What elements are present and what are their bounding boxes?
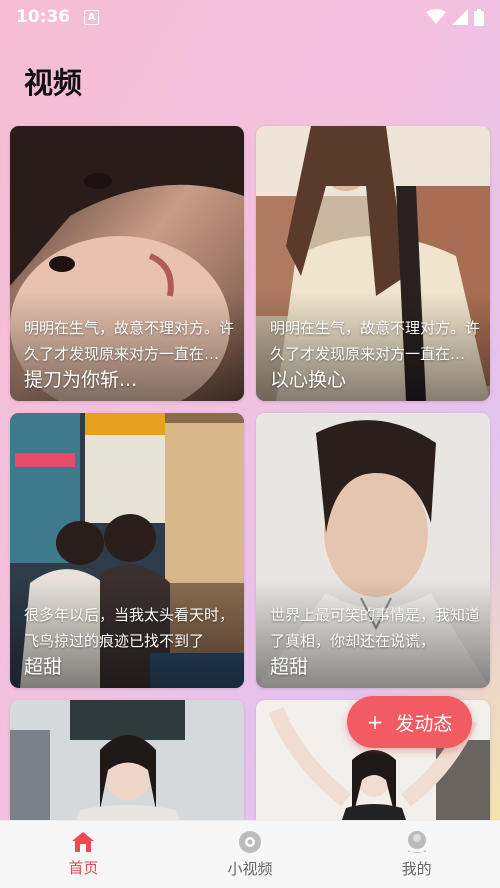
status-icons	[426, 8, 484, 26]
video-thumbnail	[10, 700, 244, 820]
card-description: 很多年以后，当我太头看天时，飞鸟掠过的痕迹已找不到了	[24, 606, 234, 650]
video-card[interactable]: 明明在生气，故意不理对方。许久了才发现原来对方一直在等自己开口 以心换心	[256, 126, 490, 401]
video-icon	[238, 831, 261, 853]
wifi-icon	[426, 9, 446, 24]
status-time: 10:36	[16, 7, 71, 27]
video-card[interactable]: 明明在生气，故意不理对方。许久了才发现原来对方一直在等自己开口 提刀为你斩...	[10, 126, 244, 401]
post-update-label: 发动态	[395, 712, 453, 735]
tab-label: 小视频	[227, 860, 273, 878]
card-description: 明明在生气，故意不理对方。许久了才发现原来对方一直在等自己开口	[270, 319, 480, 363]
notification-icon: A	[84, 9, 100, 25]
card-title: 超甜	[270, 656, 309, 678]
profile-icon	[407, 831, 426, 853]
tab-home[interactable]: 首页	[23, 831, 143, 878]
card-title: 以心换心	[270, 369, 347, 391]
tab-profile[interactable]: 我的	[357, 830, 477, 879]
card-title: 提刀为你斩...	[24, 369, 138, 391]
tab-short-video[interactable]: 小视频	[190, 830, 310, 879]
home-icon	[72, 832, 95, 852]
tab-label: 首页	[68, 859, 99, 877]
card-description: 明明在生气，故意不理对方。许久了才发现原来对方一直在等自己开口	[24, 319, 234, 363]
post-update-button[interactable]: + 发动态	[347, 696, 472, 748]
bottom-tab-bar: 首页 小视频 我的	[0, 820, 500, 888]
page-title: 视频	[24, 66, 83, 100]
card-description: 世界上最可笑的事情是，我知道了真相，你却还在说谎，	[270, 606, 480, 650]
video-card[interactable]: 很多年以后，当我太头看天时，飞鸟掠过的痕迹已找不到了 超甜	[10, 413, 244, 688]
video-card[interactable]: 世界上最可笑的事情是，我知道了真相，你却还在说谎， 超甜	[256, 413, 490, 688]
video-card[interactable]	[10, 700, 244, 820]
tab-label: 我的	[401, 860, 432, 878]
plus-icon: +	[366, 710, 384, 734]
battery-icon	[474, 8, 484, 26]
card-title: 超甜	[24, 656, 63, 678]
status-bar: 10:36 A	[0, 0, 500, 34]
signal-icon	[452, 9, 468, 25]
